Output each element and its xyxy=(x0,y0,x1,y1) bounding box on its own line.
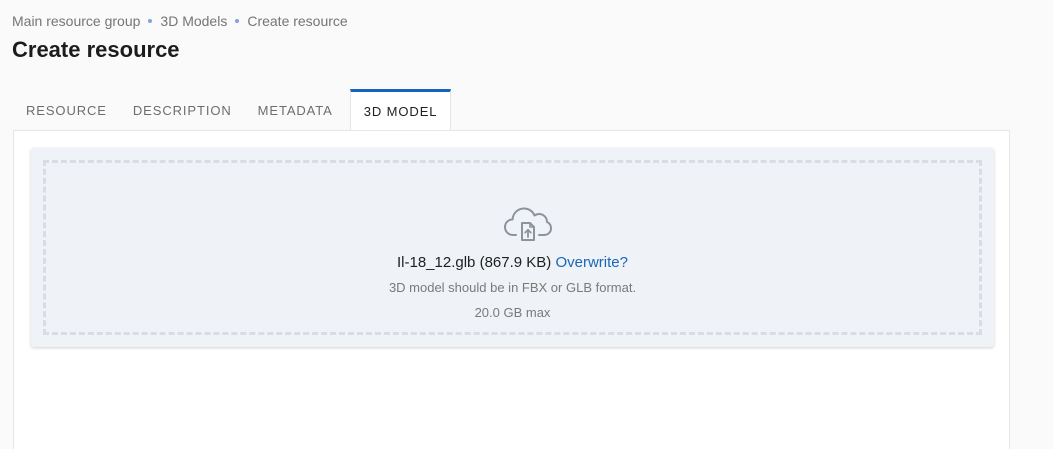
dropzone-dashed-border: Il-18_12.glb (867.9 KB) Overwrite? 3D mo… xyxy=(43,160,982,335)
tab-3d-model[interactable]: 3D MODEL xyxy=(349,89,452,131)
tab-panel-3d-model: Il-18_12.glb (867.9 KB) Overwrite? 3D mo… xyxy=(13,130,1010,449)
breadcrumb-main-resource-group[interactable]: Main resource group xyxy=(12,12,140,30)
file-name: Il-18_12.glb xyxy=(397,254,476,271)
tab-resource[interactable]: RESOURCE xyxy=(13,89,120,131)
tab-bar: RESOURCE DESCRIPTION METADATA 3D MODEL xyxy=(13,89,452,131)
breadcrumb-separator xyxy=(235,19,240,23)
page: Main resource group 3D Models Create res… xyxy=(0,0,1053,449)
breadcrumb: Main resource group 3D Models Create res… xyxy=(12,12,348,30)
breadcrumb-create-resource: Create resource xyxy=(247,13,348,29)
breadcrumb-3d-models[interactable]: 3D Models xyxy=(160,12,227,30)
file-dropzone[interactable]: Il-18_12.glb (867.9 KB) Overwrite? 3D mo… xyxy=(31,148,994,347)
max-size-hint: 20.0 GB max xyxy=(474,305,551,320)
breadcrumb-separator xyxy=(148,19,153,23)
page-title: Create resource xyxy=(12,37,180,62)
uploaded-file-info: Il-18_12.glb (867.9 KB) Overwrite? xyxy=(46,253,979,273)
file-size: (867.9 KB) xyxy=(479,254,552,271)
tab-description[interactable]: DESCRIPTION xyxy=(120,89,245,131)
cloud-file-upload-icon xyxy=(504,207,552,241)
tab-metadata[interactable]: METADATA xyxy=(245,89,346,131)
overwrite-link[interactable]: Overwrite? xyxy=(555,254,628,271)
format-hint: 3D model should be in FBX or GLB format. xyxy=(388,280,637,295)
